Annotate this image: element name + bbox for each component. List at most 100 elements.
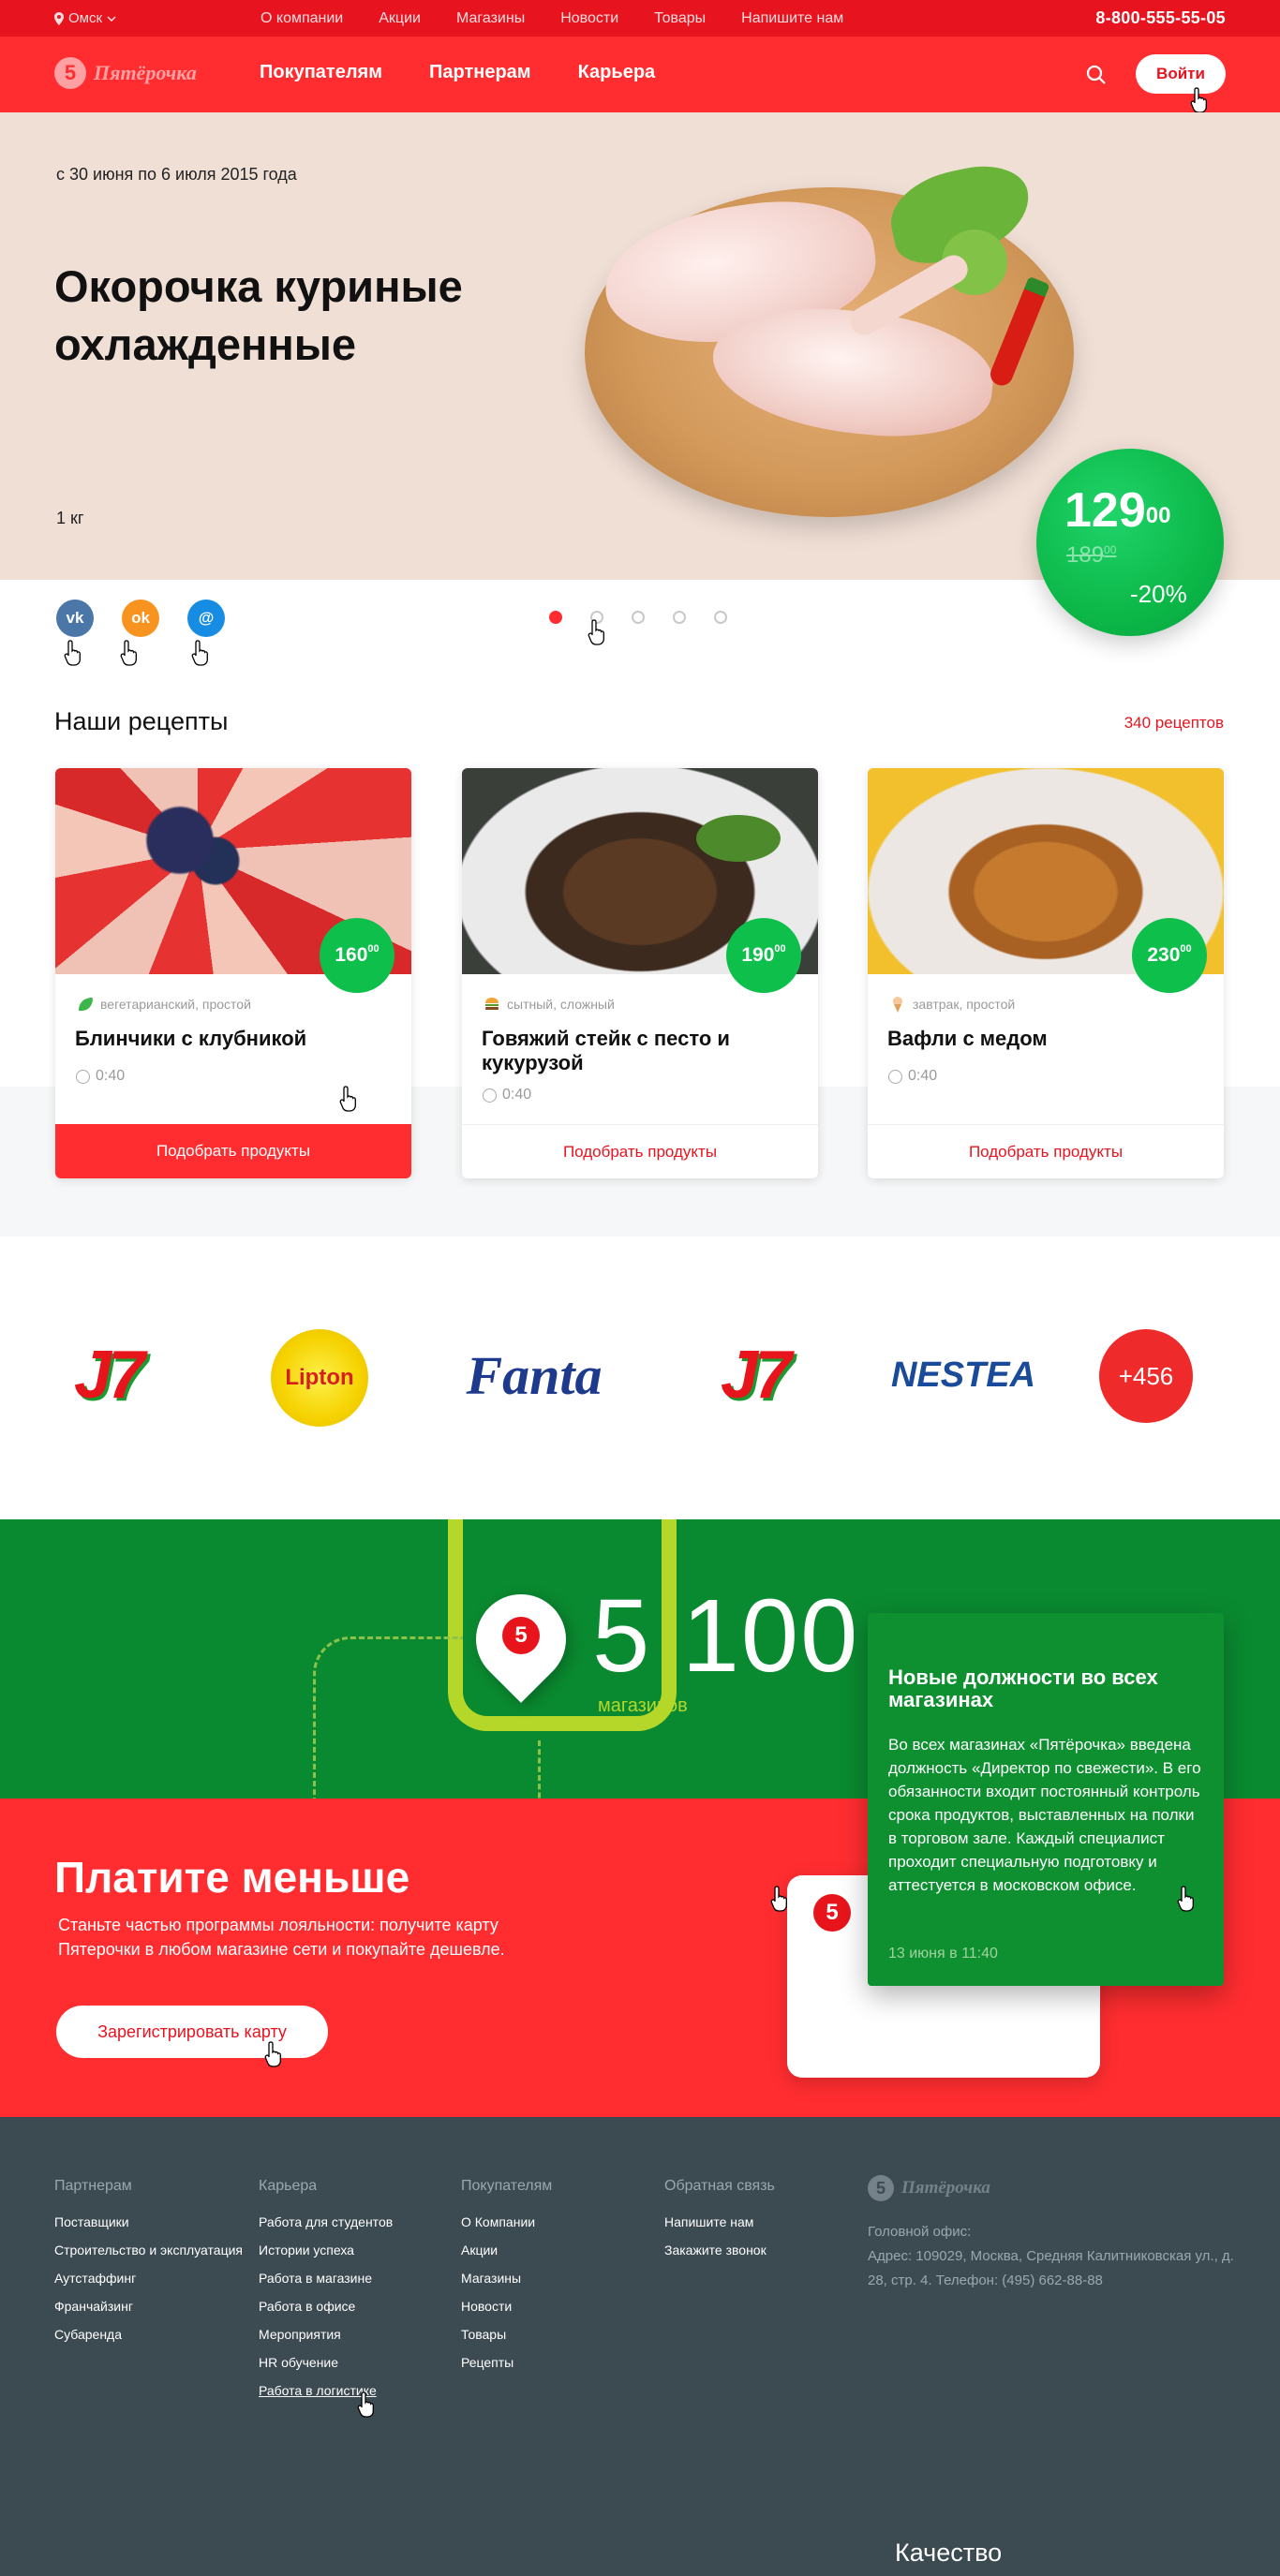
- pick-products-button[interactable]: Подобрать продукты: [868, 1124, 1224, 1178]
- news-popup[interactable]: Новые должности во всех магазинах Во все…: [868, 1613, 1224, 1986]
- odnoklassniki-icon[interactable]: ok: [122, 600, 159, 637]
- hand-cursor-icon: [357, 2391, 374, 2418]
- recipe-price-cents: 00: [1180, 943, 1192, 955]
- footer-link[interactable]: О Компании: [461, 2215, 552, 2229]
- city-selector[interactable]: Омск: [54, 10, 116, 26]
- recipe-time-text: 0:40: [502, 1087, 532, 1103]
- footer-link[interactable]: Акции: [461, 2243, 552, 2258]
- price-cents: 00: [1145, 503, 1171, 528]
- slider-dot[interactable]: [714, 611, 727, 624]
- top-nav: О компании Акции Магазины Новости Товары…: [260, 10, 843, 27]
- topnav-stores[interactable]: Магазины: [456, 10, 525, 27]
- footer-link[interactable]: Истории успеха: [259, 2243, 393, 2258]
- nav-customers[interactable]: Покупателям: [260, 62, 382, 83]
- more-brands-button[interactable]: +456: [1099, 1329, 1193, 1423]
- footer-heading: Обратная связь: [664, 2178, 775, 2194]
- burger-icon: [485, 998, 499, 1010]
- mail-icon[interactable]: @: [187, 600, 225, 637]
- footer-link[interactable]: Аутстаффинг: [54, 2272, 243, 2286]
- topnav-promotions[interactable]: Акции: [379, 10, 421, 27]
- top-bar: Омск О компании Акции Магазины Новости Т…: [0, 0, 1280, 37]
- old-price-cents: 00: [1104, 543, 1117, 556]
- login-button[interactable]: Войти: [1136, 54, 1226, 94]
- brand-logo-j7[interactable]: J7: [52, 1330, 164, 1420]
- footer-link[interactable]: Товары: [461, 2328, 552, 2342]
- brand-logo-fanta[interactable]: Fanta: [464, 1330, 604, 1420]
- chevron-down-icon: [107, 15, 116, 22]
- footer-link[interactable]: Новости: [461, 2300, 552, 2314]
- pick-products-button[interactable]: Подобрать продукты: [55, 1124, 411, 1178]
- hand-cursor-icon: [120, 640, 137, 666]
- recipe-name: Блинчики с клубникой: [75, 1027, 307, 1050]
- footer-link[interactable]: HR обучение: [259, 2356, 393, 2370]
- recipe-time: 0:40: [483, 1087, 531, 1103]
- recipe-card[interactable]: 190 00 сытный, сложный Говяжий стейк с пе…: [462, 768, 818, 1178]
- loyalty-description: Станьте частью программы лояльности: пол…: [58, 1916, 505, 1959]
- promo-price: 12900: [1064, 486, 1170, 535]
- footer-link[interactable]: Напишите нам: [664, 2215, 775, 2229]
- footer-link[interactable]: Закажите звонок: [664, 2243, 775, 2258]
- stores-count: 5 100: [592, 1578, 860, 1694]
- footer-logo[interactable]: 5 Пятёрочка: [868, 2175, 990, 2201]
- recipes-count-link[interactable]: 340 рецептов: [1124, 714, 1224, 733]
- nav-career[interactable]: Карьера: [578, 62, 656, 83]
- recipe-price: 190 00: [726, 918, 801, 993]
- clock-icon: [888, 1069, 902, 1084]
- footer-link[interactable]: Строительство и эксплуатация: [54, 2243, 243, 2258]
- footer-link[interactable]: Рецепты: [461, 2356, 552, 2370]
- promo-weight: 1 кг: [56, 509, 84, 527]
- hand-cursor-icon: [264, 2041, 281, 2067]
- pick-products-button[interactable]: Подобрать продукты: [462, 1124, 818, 1178]
- recipe-card[interactable]: 160 00 вегетарианский, простой Блинчики с…: [55, 768, 411, 1178]
- recipe-name: Говяжий стейк с песто и кукурузой: [482, 1027, 730, 1074]
- footer-link[interactable]: Магазины: [461, 2272, 552, 2286]
- recipe-tags: сытный, сложный: [483, 995, 615, 1014]
- nav-partners[interactable]: Партнерам: [429, 62, 531, 83]
- office-address: Адрес: 109029, Москва, Средняя Калитнико…: [868, 2248, 1234, 2288]
- quality-heading: Качество: [895, 2539, 1003, 2567]
- recipe-name: Вафли с медом: [887, 1027, 1048, 1050]
- footer-link[interactable]: Работа в магазине: [259, 2272, 393, 2286]
- search-icon[interactable]: [1085, 64, 1108, 86]
- promo-discount: -20%: [1130, 580, 1187, 608]
- footer-link[interactable]: Субаренда: [54, 2328, 243, 2342]
- social-links: vk ok @: [56, 600, 225, 637]
- footer-link[interactable]: Франчайзинг: [54, 2300, 243, 2314]
- brand-logo-j7[interactable]: J7: [698, 1330, 811, 1420]
- hand-cursor-icon: [1190, 87, 1207, 113]
- promo-title: Окорочка куриные охлажденные: [54, 261, 463, 369]
- phone-number[interactable]: 8-800-555-55-05: [1095, 8, 1226, 28]
- topnav-about[interactable]: О компании: [260, 10, 343, 27]
- recipe-price: 160 00: [320, 918, 394, 993]
- topnav-products[interactable]: Товары: [654, 10, 706, 27]
- footer-link[interactable]: Работа в офисе: [259, 2300, 393, 2314]
- slider-dot[interactable]: [549, 611, 562, 624]
- recipe-time-text: 0:40: [908, 1068, 938, 1084]
- register-card-button[interactable]: Зарегистрировать карту: [56, 2006, 328, 2058]
- recipe-card[interactable]: 230 00 завтрак, простой Вафли с медом 0:4…: [868, 768, 1224, 1178]
- hand-cursor-icon: [588, 619, 604, 645]
- footer-link[interactable]: Мероприятия: [259, 2328, 393, 2342]
- footer-col-career: Карьера Работа для студентов Истории усп…: [259, 2178, 393, 2412]
- clock-icon: [76, 1069, 90, 1084]
- news-date: 13 июня в 11:40: [888, 1946, 998, 1962]
- loyalty-title: Платите меньше: [54, 1853, 410, 1902]
- footer-link[interactable]: Поставщики: [54, 2215, 243, 2229]
- recipe-time: 0:40: [76, 1068, 125, 1085]
- vk-icon[interactable]: vk: [56, 600, 94, 637]
- brand-logo-lipton[interactable]: Lipton: [271, 1329, 368, 1427]
- site-logo[interactable]: 5 Пятёрочка: [54, 57, 197, 89]
- topnav-news[interactable]: Новости: [560, 10, 618, 27]
- store-logo-mark: 5: [502, 1617, 540, 1654]
- recipe-tags-text: сытный, сложный: [507, 997, 615, 1012]
- slider-dot[interactable]: [632, 611, 645, 624]
- footer-heading: Партнерам: [54, 2178, 132, 2194]
- topnav-contact[interactable]: Напишите нам: [741, 10, 843, 27]
- brand-logo-nestea[interactable]: NESTEA: [891, 1330, 1035, 1420]
- recipe-price-main: 160: [335, 944, 368, 966]
- footer-link[interactable]: Работа для студентов: [259, 2215, 393, 2229]
- recipe-time: 0:40: [888, 1068, 937, 1085]
- promo-price-badge: 12900 18900 -20%: [1036, 449, 1224, 636]
- slider-dot[interactable]: [673, 611, 686, 624]
- recipe-price-main: 230: [1147, 944, 1181, 966]
